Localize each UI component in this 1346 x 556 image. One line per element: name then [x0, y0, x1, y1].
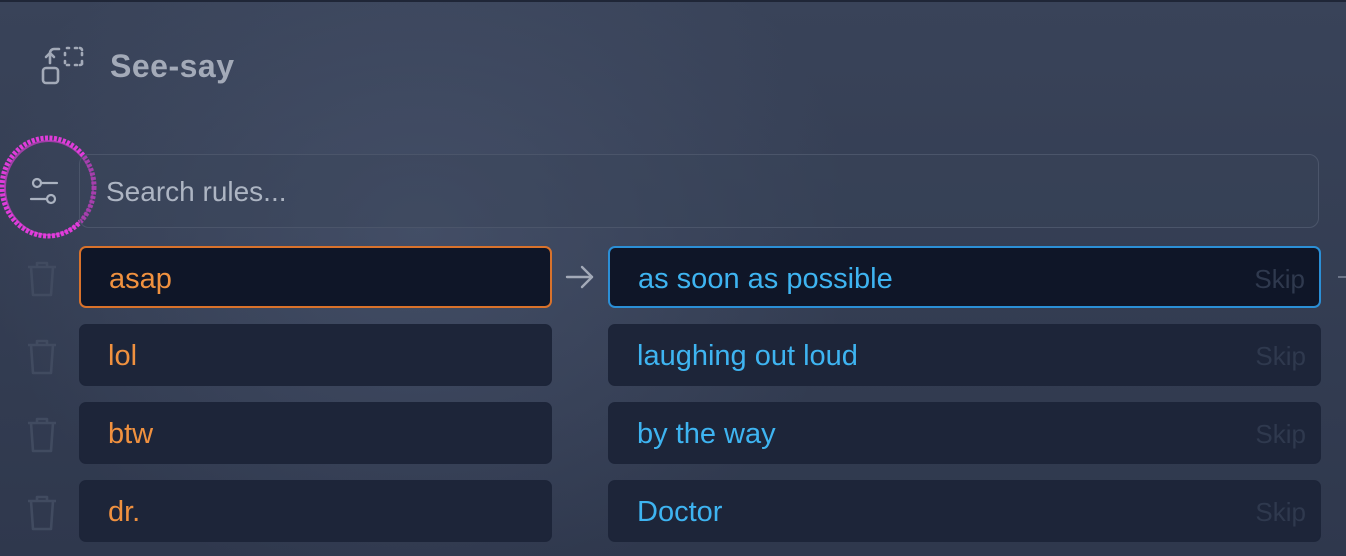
arrow-right-icon [565, 265, 594, 289]
rule-key-text: lol [108, 340, 138, 372]
app-header: See-say [40, 42, 234, 90]
rule-key-text: asap [109, 263, 172, 295]
rule-key-text: dr. [108, 496, 141, 528]
rule-key-field[interactable]: dr. [79, 480, 552, 542]
sliders-icon [29, 177, 59, 205]
trash-icon[interactable] [24, 336, 60, 376]
app-title: See-say [110, 47, 235, 84]
rule-value-field[interactable]: laughing out loud Skip [608, 324, 1321, 386]
skip-button[interactable]: Skip [1255, 403, 1306, 465]
rule-row: dr. Doctor Skip [0, 480, 1346, 542]
skip-button[interactable]: Skip [1254, 248, 1305, 310]
rule-value-text: laughing out loud [637, 340, 858, 372]
trash-icon[interactable] [24, 414, 60, 454]
skip-button[interactable]: Skip [1255, 481, 1306, 543]
rule-value-field[interactable]: as soon as possible Skip [608, 246, 1321, 308]
rule-value-field[interactable]: Doctor Skip [608, 480, 1321, 542]
rule-row: asap as soon as possible Skip [0, 246, 1346, 308]
rule-key-field[interactable]: btw [79, 402, 552, 464]
rule-value-text: as soon as possible [638, 263, 893, 295]
overflow-indicator [1338, 276, 1346, 278]
filter-button[interactable] [22, 166, 66, 216]
search-box [79, 154, 1319, 229]
rule-value-field[interactable]: by the way Skip [608, 402, 1321, 464]
rule-key-field[interactable]: lol [79, 324, 552, 386]
trash-icon[interactable] [24, 258, 60, 298]
rule-row: lol laughing out loud Skip [0, 324, 1346, 386]
rule-key-text: btw [108, 418, 154, 450]
trash-icon[interactable] [24, 492, 60, 532]
rule-value-text: Doctor [637, 496, 723, 528]
rule-value-text: by the way [637, 418, 776, 450]
window-top-edge [0, 0, 1346, 2]
skip-button[interactable]: Skip [1255, 325, 1306, 387]
search-input[interactable] [104, 155, 1288, 229]
rule-key-field[interactable]: asap [79, 246, 552, 308]
convert-icon [41, 46, 84, 85]
rule-row: btw by the way Skip [0, 402, 1346, 464]
